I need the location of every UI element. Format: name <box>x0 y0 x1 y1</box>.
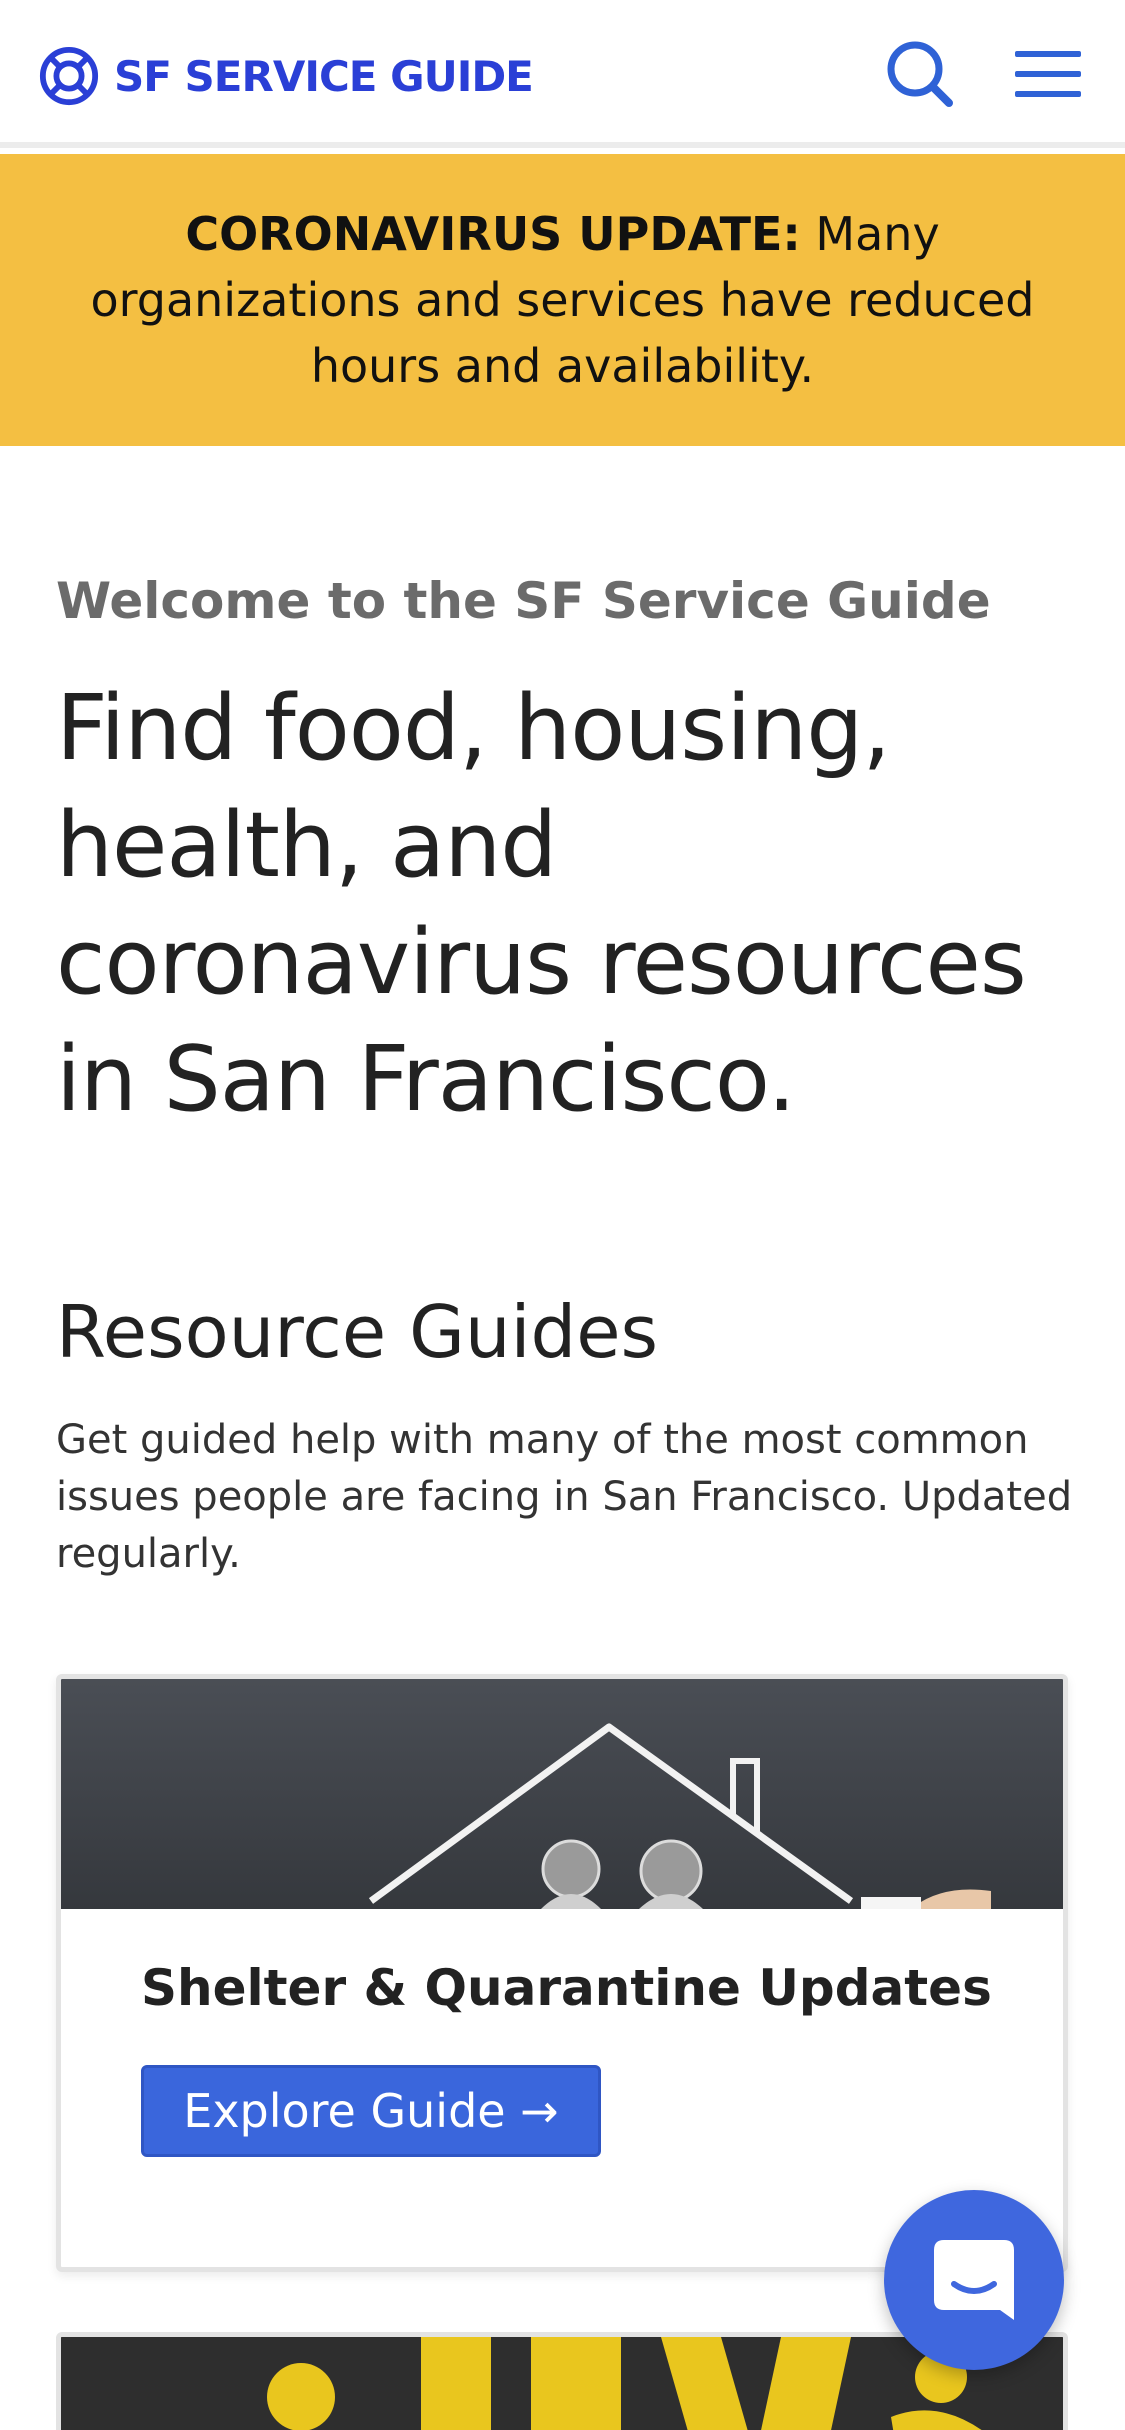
page: SF SERVICE GUIDE CORONAVIRUS UPDATE: Man… <box>0 0 1125 2430</box>
guide-card-shelter[interactable]: Shelter & Quarantine Updates Explore Gui… <box>56 1674 1068 2272</box>
coronavirus-banner: CORONAVIRUS UPDATE: Many organizations a… <box>0 154 1125 446</box>
hamburger-menu-icon <box>1015 51 1081 97</box>
house-chalkboard-image <box>61 1679 1063 1909</box>
guide-card-title: Shelter & Quarantine Updates <box>141 1959 992 2017</box>
resource-guides-description: Get guided help with many of the most co… <box>56 1417 1073 1577</box>
banner-label: CORONAVIRUS UPDATE: <box>185 207 801 261</box>
explore-guide-button[interactable]: Explore Guide → <box>141 2065 601 2157</box>
site-header: SF SERVICE GUIDE <box>0 0 1125 148</box>
welcome-heading: Welcome to the SF Service Guide <box>56 572 991 630</box>
street-sign-image <box>61 2337 1063 2430</box>
search-button[interactable] <box>882 36 958 112</box>
banner-message: CORONAVIRUS UPDATE: Many organizations a… <box>90 201 1035 399</box>
logo-link[interactable]: SF SERVICE GUIDE <box>38 44 534 108</box>
search-icon <box>887 41 953 107</box>
chat-bubble-icon <box>934 2240 1014 2320</box>
chat-launcher-button[interactable] <box>884 2190 1064 2370</box>
page-title: Find food, housing, health, and coronavi… <box>56 676 1027 1132</box>
menu-button[interactable] <box>1010 36 1086 112</box>
logo-text: SF SERVICE GUIDE <box>114 51 534 101</box>
lifebuoy-icon <box>39 46 99 106</box>
resource-guides-title: Resource Guides <box>56 1290 659 1374</box>
